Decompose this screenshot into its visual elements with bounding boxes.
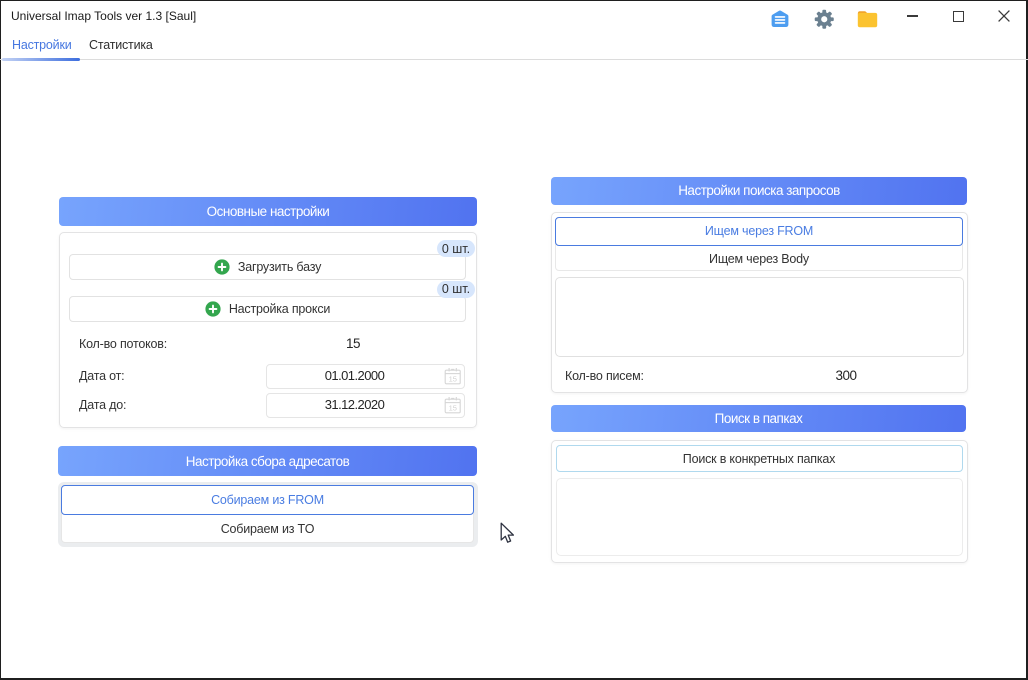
svg-text:15: 15 — [448, 404, 456, 413]
svg-text:15: 15 — [448, 375, 456, 384]
